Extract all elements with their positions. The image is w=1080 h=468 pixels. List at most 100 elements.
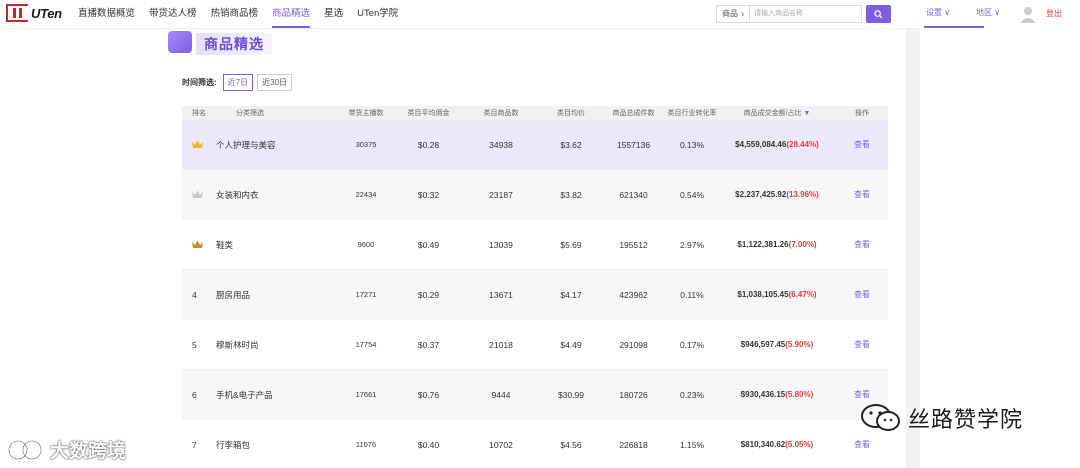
nav-item-hot-products[interactable]: 热销商品榜 [211,0,259,28]
col-gmv[interactable]: 商品成交金额/占比 ▼ [718,108,836,118]
gmv-cell: $2,237,425.92(13.96%) [718,190,836,199]
col-units[interactable]: 商品总成件数 [601,108,666,118]
nav-item-live-overview[interactable]: 直播数据概览 [78,0,135,28]
table-row[interactable]: 个人护理与美容 30375 $0.28 34938 $3.62 1557136 0.13% $… [182,120,888,170]
avatar-icon[interactable] [1018,4,1038,24]
anchors-cell: 9600 [357,240,375,249]
units-cell: 195512 [619,239,648,250]
category-cell: 手机&电子产品 [216,389,273,400]
table-row[interactable]: 6 手机&电子产品 17661 $0.76 9444 $30.99 180726 0.23% $… [182,370,888,420]
top-header: UTen 直播数据概览 带货达人榜 热销商品榜 商品精选 星选 UTen学院 商… [0,0,1080,29]
gmv-cell: $1,038,105.45(6.47%) [718,290,836,299]
nav-item-product-selection[interactable]: 商品精选 [272,0,311,28]
gmv-share: (6.47%) [788,290,817,299]
gmv-value: $1,122,381.26 [737,240,789,249]
action-cell: 查看 [836,239,888,250]
anchors-cell: 17661 [355,390,377,399]
avg-price-cell: $4.17 [560,289,582,300]
gmv-value: $1,038,105.45 [737,290,789,299]
product-selection-icon [168,31,192,53]
commission-cell: $0.40 [417,439,440,450]
rank-cell: 7 [192,439,197,450]
commission-cell: $0.32 [417,189,440,200]
time-filter-30d[interactable]: 近30日 [257,74,293,91]
anchors-cell: 11076 [355,440,377,449]
gmv-cell: $930,436.15(5.80%) [718,390,836,399]
view-link[interactable]: 查看 [854,290,870,299]
units-cell: 291098 [619,339,648,350]
action-cell: 查看 [836,389,888,400]
view-link[interactable]: 查看 [854,190,870,199]
gmv-value: $810,340.62 [740,440,786,449]
search-icon [874,9,883,19]
category-cell: 女装和内衣 [216,189,259,200]
watermark-text: 大数跨境 [50,441,127,462]
goods-cell: 34938 [489,139,513,150]
col-goods[interactable]: 类目商品数 [461,108,541,118]
anchors-cell: 30375 [355,140,377,149]
rank-cell [182,140,206,150]
gmv-share: (28.44%) [786,140,819,149]
search-input[interactable]: 请输入商品名称 [750,5,862,23]
view-link[interactable]: 查看 [854,390,870,399]
table-row[interactable]: 女装和内衣 22434 $0.32 23187 $3.82 621340 0.54% $2,2… [182,170,888,220]
nav-item-academy[interactable]: UTen学院 [357,0,398,28]
rank-cell: 4 [192,289,197,300]
gmv-share: (5.90%) [785,340,814,349]
settings-menu[interactable]: 设置 ∨ [924,0,984,28]
search-category-select[interactable]: 商品 ∨ [716,5,750,23]
gmv-share: (5.80%) [785,390,814,399]
category-cell: 个人护理与美容 [216,139,276,150]
region-menu[interactable]: 地区 ∨ [976,0,1012,26]
view-link[interactable]: 查看 [854,140,870,149]
col-category[interactable]: 分类筛选 [206,108,336,118]
gmv-share: (7.00%) [788,240,817,249]
table-row[interactable]: 鞋类 9600 $0.49 13039 $5.69 195512 2.97% $1,122,3… [182,220,888,270]
conversion-cell: 2.97% [679,239,705,250]
brand-logo-icon [7,439,43,460]
search-bar: 商品 ∨ 请输入商品名称 [716,5,891,23]
rank-cell [182,190,206,200]
col-action: 操作 [855,110,869,117]
conversion-cell: 0.11% [680,289,704,300]
bronze-crown-icon [192,240,203,248]
gmv-value: $946,597.45 [740,340,786,349]
gmv-cell: $810,340.62(5.05%) [718,440,836,449]
logo-text: UTen [31,5,62,21]
col-anchors[interactable]: 带货主播数 [336,108,396,118]
commission-cell: $0.28 [417,139,440,150]
col-conversion[interactable]: 类目行业转化率 [666,108,718,118]
action-cell: 查看 [836,289,888,300]
page-title: 商品精选 [196,33,272,55]
action-cell: 查看 [836,189,888,200]
page-banner: 商品精选 [164,29,284,57]
sort-desc-icon[interactable]: ▼ [803,110,810,117]
nav-item-star-select[interactable]: 星选 [324,0,343,28]
time-filter-label: 时间筛选: [182,78,217,87]
table-row[interactable]: 5 穆斯林时尚 17754 $0.37 21018 $4.49 291098 0.17% $94… [182,320,888,370]
table-row[interactable]: 4 厨房用品 17271 $0.29 13671 $4.17 423962 0.11% $1,0… [182,270,888,320]
category-cell: 鞋类 [216,239,234,250]
nav-item-creator-ranking[interactable]: 带货达人榜 [149,0,197,28]
action-cell: 查看 [836,139,888,150]
settings-label: 设置 [926,8,942,17]
logout-link[interactable]: 登出 [1046,0,1062,28]
col-commission[interactable]: 类目平均佣金 [396,108,461,118]
right-panel: 设置 ∨ 地区 ∨ 登出 [920,0,1080,468]
col-avg-price[interactable]: 类目均价 [541,108,601,118]
commission-cell: $0.29 [417,289,440,300]
avg-price-cell: $30.99 [558,389,584,400]
conversion-cell: 1.15% [679,439,705,450]
search-button[interactable] [866,5,891,23]
view-link[interactable]: 查看 [854,240,870,249]
conversion-cell: 0.23% [679,389,705,400]
gmv-cell: $4,559,084.46(28.44%) [718,140,836,149]
time-filter-7d[interactable]: 近7日 [222,74,254,91]
view-link[interactable]: 查看 [854,340,870,349]
table-row[interactable]: 7 行李箱包 11076 $0.40 10702 $4.56 226818 1.15% $810… [182,420,888,468]
logo[interactable]: UTen [6,4,62,22]
left-blank-panel [0,29,164,468]
gmv-value: $2,237,425.92 [735,190,787,199]
view-link[interactable]: 查看 [854,440,870,449]
units-cell: 621340 [619,189,648,200]
